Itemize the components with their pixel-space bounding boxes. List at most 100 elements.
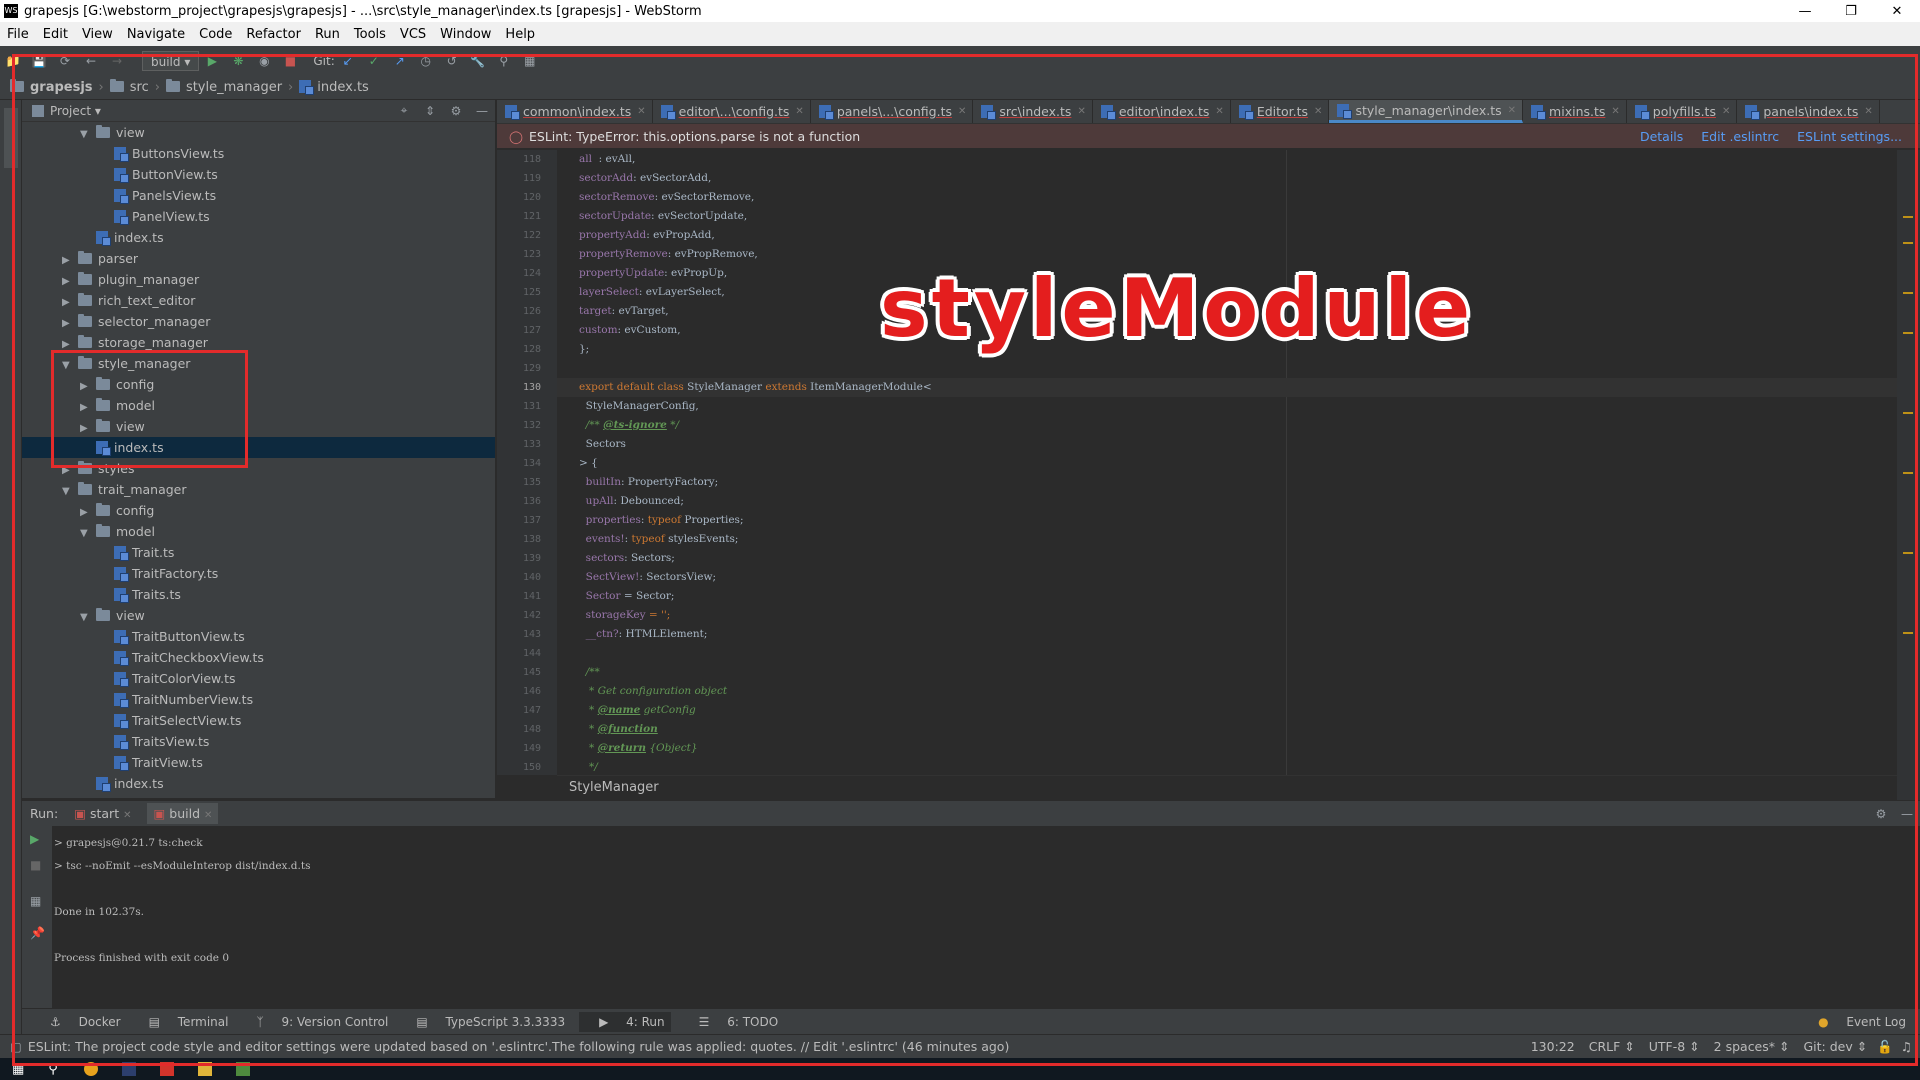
close-icon[interactable]: ✕ (637, 106, 645, 117)
breadcrumb-src[interactable]: src (109, 79, 149, 95)
eslint-details-link[interactable]: Details (1640, 129, 1683, 144)
editor-tab[interactable]: editor\index.ts ✕ (1093, 100, 1231, 123)
file-encoding[interactable]: UTF-8 ⇕ (1649, 1039, 1700, 1054)
tree-folder[interactable]: ▼ trait_manager (22, 479, 495, 500)
line-separator[interactable]: CRLF ⇕ (1589, 1039, 1635, 1054)
chevron-right-icon[interactable]: ▶ (62, 313, 78, 334)
breadcrumb-project[interactable]: grapesjs (10, 79, 93, 95)
app-taskbar-icon[interactable] (159, 1062, 174, 1076)
tree-file[interactable]: ButtonsView.ts (22, 143, 495, 164)
code-editor[interactable]: all : evAll, sectorAdd: evSectorAdd, secto… (557, 150, 1897, 775)
git-push-icon[interactable]: ↗ (391, 52, 409, 70)
caret-position[interactable]: 130:22 (1531, 1039, 1575, 1054)
menu-help[interactable]: Help (505, 27, 535, 42)
close-icon[interactable]: ✕ (1611, 106, 1619, 117)
chevron-right-icon[interactable]: ▶ (62, 292, 78, 313)
hide-panel-icon[interactable]: — (473, 102, 491, 120)
close-icon[interactable]: ✕ (1314, 106, 1322, 117)
layout-icon[interactable]: ▦ (30, 894, 41, 908)
chevron-right-icon[interactable]: ▶ (62, 334, 78, 355)
tree-file[interactable]: index.ts (22, 227, 495, 248)
tree-folder[interactable]: ▶ rich_text_editor (22, 290, 495, 311)
docker-tool-button[interactable]: ⚓ Docker (36, 1015, 121, 1029)
chevron-down-icon[interactable]: ▼ (62, 355, 78, 376)
tree-file[interactable]: TraitCheckboxView.ts (22, 647, 495, 668)
close-icon[interactable]: ✕ (958, 106, 966, 117)
gear-icon[interactable]: ⚙ (1872, 805, 1890, 823)
close-icon[interactable]: ✕ (1215, 106, 1223, 117)
eslint-edit-link[interactable]: Edit .eslintrc (1701, 129, 1779, 144)
tree-file[interactable]: TraitNumberView.ts (22, 689, 495, 710)
tree-folder[interactable]: ▼ style_manager (22, 353, 495, 374)
close-icon[interactable]: ✕ (1874, 4, 1920, 19)
git-branch[interactable]: Git: dev ⇕ (1803, 1039, 1867, 1054)
run-console[interactable]: > grapesjs@0.21.7 ts:check > tsc --noEmit… (52, 826, 1920, 1008)
browser-icon[interactable] (83, 1062, 98, 1076)
editor-tab[interactable]: Editor.ts ✕ (1231, 100, 1330, 123)
tree-file[interactable]: TraitButtonView.ts (22, 626, 495, 647)
editor-tab[interactable]: style_manager\index.ts ✕ (1329, 100, 1524, 123)
tree-folder[interactable]: ▶ storage_manager (22, 332, 495, 353)
tree-folder[interactable]: ▼ view (22, 605, 495, 626)
pin-icon[interactable]: 📌 (30, 926, 45, 940)
webstorm-taskbar-icon[interactable] (121, 1062, 136, 1076)
todo-tool-button[interactable]: ☰ 6: TODO (685, 1015, 779, 1029)
history-icon[interactable]: ◷ (417, 52, 435, 70)
chevron-right-icon[interactable]: ▶ (62, 460, 78, 481)
tree-file[interactable]: TraitsView.ts (22, 731, 495, 752)
chevron-down-icon[interactable]: ▼ (80, 124, 96, 145)
chevron-down-icon[interactable]: ▼ (80, 607, 96, 628)
chevron-right-icon[interactable]: ▶ (80, 502, 96, 523)
close-icon[interactable]: ✕ (123, 810, 131, 821)
tree-folder[interactable]: ▼ view (22, 122, 495, 143)
chevron-right-icon[interactable]: ▶ (62, 271, 78, 292)
menu-view[interactable]: View (82, 27, 113, 42)
tree-file[interactable]: Trait.ts (22, 542, 495, 563)
tree-file[interactable]: TraitSelectView.ts (22, 710, 495, 731)
tree-folder[interactable]: ▶ parser (22, 248, 495, 269)
eslint-settings-link[interactable]: ESLint settings... (1797, 129, 1902, 144)
tree-file[interactable]: PanelsView.ts (22, 185, 495, 206)
wrench-icon[interactable]: 🔧 (469, 52, 487, 70)
breadcrumb-file[interactable]: index.ts (299, 80, 369, 95)
close-icon[interactable]: ✕ (1722, 106, 1730, 117)
sync-icon[interactable]: ⟳ (56, 52, 74, 70)
run-tab-build[interactable]: ▣ build ✕ (147, 803, 219, 824)
tree-file[interactable]: index.ts (22, 437, 495, 458)
chevron-right-icon[interactable]: ▶ (80, 397, 96, 418)
project-view-select[interactable]: Project ▾ (50, 104, 101, 118)
minimize-icon[interactable]: — (1782, 4, 1828, 19)
tree-folder[interactable]: ▶ plugin_manager (22, 269, 495, 290)
editor-tab[interactable]: editor\...\config.ts ✕ (653, 100, 811, 123)
rerun-icon[interactable]: ▶ (30, 832, 39, 846)
structure-tool-icon[interactable] (4, 980, 18, 1040)
tree-folder[interactable]: ▶ selector_manager (22, 311, 495, 332)
project-tool-icon[interactable] (4, 108, 18, 168)
menu-file[interactable]: File (7, 27, 29, 42)
debug-icon[interactable]: ❋ (229, 52, 247, 70)
menu-edit[interactable]: Edit (43, 27, 68, 42)
favorites-tool-icon[interactable] (4, 870, 18, 930)
menu-code[interactable]: Code (199, 27, 232, 42)
run-tab-start[interactable]: ▣ start ✕ (74, 806, 131, 821)
lock-icon[interactable]: 🔓 (1877, 1039, 1893, 1055)
version-control-tool-button[interactable]: ᛉ 9: Version Control (242, 1015, 388, 1029)
back-icon[interactable]: ← (82, 52, 100, 70)
gear-icon[interactable]: ⚙ (447, 102, 465, 120)
tree-folder[interactable]: ▶ config (22, 374, 495, 395)
indent-setting[interactable]: 2 spaces* ⇕ (1714, 1039, 1790, 1054)
chevron-down-icon[interactable]: ▼ (80, 523, 96, 544)
git-update-icon[interactable]: ↙ (339, 52, 357, 70)
close-icon[interactable]: ✕ (1508, 105, 1516, 116)
menu-run[interactable]: Run (315, 27, 340, 42)
tree-file[interactable]: TraitView.ts (22, 752, 495, 773)
tree-file[interactable]: Traits.ts (22, 584, 495, 605)
app2-taskbar-icon[interactable] (235, 1062, 250, 1076)
event-log-button[interactable]: ● Event Log (1804, 1015, 1906, 1029)
editor-tab[interactable]: common\index.ts ✕ (497, 100, 653, 123)
menu-window[interactable]: Window (440, 27, 491, 42)
terminal-tool-button[interactable]: ▤ Terminal (135, 1015, 229, 1029)
error-stripe[interactable] (1897, 150, 1920, 800)
menu-refactor[interactable]: Refactor (246, 27, 301, 42)
tree-folder[interactable]: ▼ model (22, 521, 495, 542)
